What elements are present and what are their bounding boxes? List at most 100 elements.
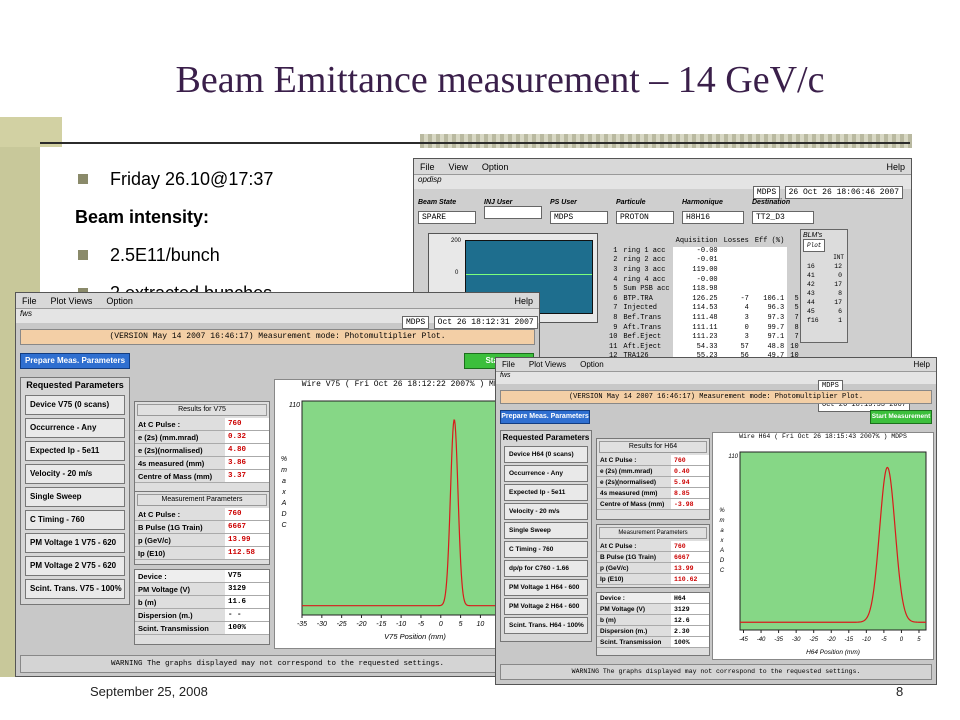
menu-option[interactable]: Option: [482, 162, 509, 172]
acq-eff: 48.8: [751, 342, 788, 353]
x-tick-label: -45: [739, 637, 748, 643]
acq-acq: 118.98: [672, 284, 721, 295]
acq-name: ring 3 acc: [623, 266, 666, 275]
acq-loss: [720, 246, 752, 257]
meas-at-c-value[interactable]: 760: [225, 508, 269, 520]
requested-param-item[interactable]: C Timing - 760: [25, 510, 125, 530]
blm-table: 16 12 41 0 42 17 43 8 44 17 45 6 f16 1: [801, 261, 847, 326]
at-c-pulse-label: At C Pulse :: [600, 457, 637, 464]
x-tick-label: 0: [900, 637, 904, 643]
res-value: -3.98: [671, 499, 709, 509]
requested-param-item[interactable]: Scint. Trans. H64 - 100%: [504, 617, 588, 634]
blm-plot-button[interactable]: Plot: [803, 239, 826, 252]
requested-param-item[interactable]: PM Voltage 1 V75 - 620: [25, 533, 125, 553]
bold-heading: Beam intensity:: [75, 206, 210, 227]
opdisp-menubar: File View Option Help: [414, 159, 911, 175]
res-value: 3.37: [225, 470, 269, 482]
dev-value: 100%: [225, 622, 269, 634]
acq-name: Aft.Eject: [623, 342, 662, 351]
prepare-params-button[interactable]: Prepare Meas. Parameters: [500, 410, 590, 424]
y-axis-label-char: A: [281, 500, 287, 507]
at-c-pulse-value[interactable]: 760: [671, 455, 709, 465]
blm-int: 6: [838, 308, 842, 315]
blm-id: 44: [807, 299, 815, 306]
menu-option[interactable]: Option: [580, 360, 604, 369]
requested-param-item[interactable]: Scint. Trans. V75 - 100%: [25, 579, 125, 599]
dev-row: b (m) 12.6: [597, 615, 709, 626]
meas-params-panel: Measurement Parameters At C Pulse : 760 B…: [596, 524, 710, 588]
results-title: Results for V75: [137, 404, 267, 416]
requested-param-item[interactable]: PM Voltage 2 V75 - 620: [25, 556, 125, 576]
y-axis-label-char: m: [281, 467, 287, 474]
blm-id: 45: [807, 308, 815, 315]
requested-param-item[interactable]: Occurrence - Any: [25, 418, 125, 438]
x-axis-label: H64 Position (mm): [806, 649, 860, 656]
menu-file[interactable]: File: [420, 162, 435, 172]
warning-bar: WARNING The graphs displayed may not cor…: [500, 664, 932, 680]
res-label: Centre of Mass (mm): [600, 501, 665, 508]
menu-plot-views[interactable]: Plot Views: [529, 360, 566, 369]
y-axis-label-char: a: [282, 478, 286, 485]
menu-help[interactable]: Help: [914, 360, 930, 369]
requested-param-item[interactable]: Velocity - 20 m/s: [25, 464, 125, 484]
res-row: 4s measured (mm) 8.85: [597, 488, 709, 499]
requested-param-item[interactable]: Expected Ip - 5e11: [25, 441, 125, 461]
dev-row: PM Voltage (V) 3129: [597, 604, 709, 615]
menu-plot-views[interactable]: Plot Views: [51, 296, 93, 306]
header-label: Destination: [752, 199, 791, 206]
requested-param-item[interactable]: Single Sweep: [25, 487, 125, 507]
res-row: 4s measured (mm) 3.86: [135, 457, 269, 470]
meas-params-title: Measurement Parameters: [137, 494, 267, 506]
menu-help[interactable]: Help: [514, 296, 533, 306]
requested-param-item[interactable]: Expected Ip - 5e11: [504, 484, 588, 501]
dev-label: PM Voltage (V): [600, 606, 646, 613]
menu-option[interactable]: Option: [106, 296, 133, 306]
x-tick-label: -20: [356, 621, 366, 628]
res-value: 4.80: [225, 444, 269, 456]
requested-param-item[interactable]: dp/p for C760 - 1.66: [504, 560, 588, 577]
at-c-pulse-value[interactable]: 760: [225, 418, 269, 430]
device-value: V75: [225, 570, 269, 582]
requested-param-item[interactable]: Device V75 (0 scans): [25, 395, 125, 415]
acq-eff: 99.7: [751, 323, 788, 333]
menu-file[interactable]: File: [502, 360, 515, 369]
header-value: MDPS: [550, 211, 608, 224]
y-axis-label-char: x: [281, 489, 286, 496]
acq-name: ring 2 acc: [623, 256, 666, 265]
acq-row: 5 Sum PSB acc 118.98: [606, 284, 802, 295]
meas-value: 13.99: [671, 563, 709, 573]
acq-acq: -0.00: [672, 246, 721, 257]
requested-param-item[interactable]: Occurrence - Any: [504, 465, 588, 482]
requested-param-item[interactable]: Single Sweep: [504, 522, 588, 539]
acq-name: BTP.TRA: [623, 294, 653, 303]
warning-bar: WARNING The graphs displayed may not cor…: [20, 655, 535, 673]
col-header: Losses: [723, 237, 749, 246]
fws-window-left: File Plot Views Option Help fws MDPS Oct…: [15, 292, 540, 677]
requested-param-item[interactable]: PM Voltage 1 H64 - 600: [504, 579, 588, 596]
requested-param-item[interactable]: C Timing - 760: [504, 541, 588, 558]
acq-eff: [751, 284, 788, 295]
start-measurement-button[interactable]: Start Measurement: [870, 410, 932, 424]
acq-acq: -0.00: [672, 275, 721, 285]
res-row: e (2s) (mm.mrad) 0.32: [135, 431, 269, 444]
requested-param-item[interactable]: Device H64 (0 scans): [504, 446, 588, 463]
blm-int: 17: [834, 299, 842, 306]
dev-value: 12.6: [671, 615, 709, 625]
res-row: e (2s)(normalised) 5.94: [597, 477, 709, 488]
acq-n: 7: [613, 304, 618, 313]
requested-params-title: Requested Parameters: [26, 380, 124, 390]
requested-param-item[interactable]: PM Voltage 2 H64 - 600: [504, 598, 588, 615]
acq-row: 10 Bef.Eject 111.23 3 97.1 7: [606, 332, 802, 343]
requested-params-panel: Requested Parameters Device V75 (0 scans…: [20, 377, 130, 605]
acq-eff: 106.1: [751, 294, 788, 305]
menu-view[interactable]: View: [449, 162, 468, 172]
prepare-params-button[interactable]: Prepare Meas. Parameters: [20, 353, 130, 369]
meas-at-c-value[interactable]: 760: [671, 541, 709, 551]
results-panel: Results for H64 At C Pulse : 760 e (2s) (…: [596, 438, 710, 520]
dev-row: Dispersion (m.) - -: [135, 609, 269, 622]
res-value: 0.40: [671, 466, 709, 476]
menu-file[interactable]: File: [22, 296, 37, 306]
x-tick-label: -5: [418, 621, 424, 628]
menu-help[interactable]: Help: [886, 162, 905, 172]
requested-param-item[interactable]: Velocity - 20 m/s: [504, 503, 588, 520]
